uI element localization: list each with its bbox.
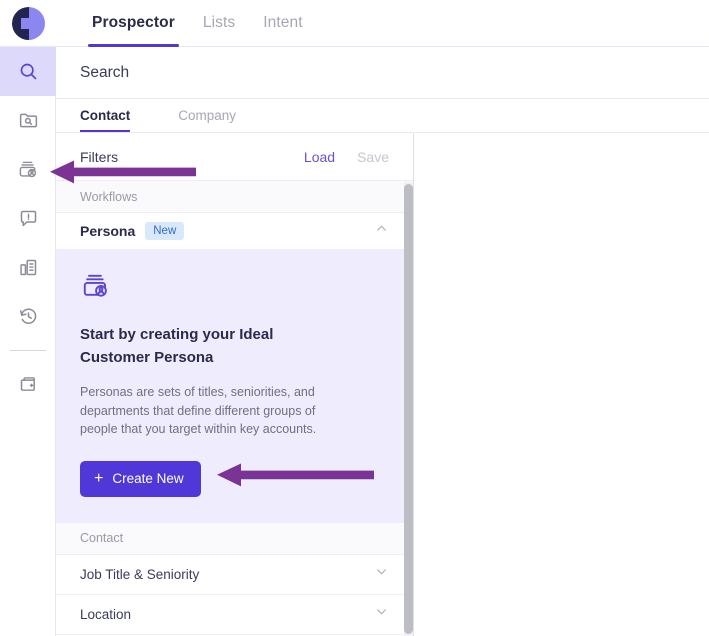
logo-container [0, 0, 56, 47]
rail-item-history[interactable] [0, 292, 56, 341]
filter-group-location[interactable]: Location [56, 594, 413, 635]
filters-panel: Filters Load Save Workflows Persona New [56, 133, 414, 636]
filter-group-persona[interactable]: Persona New [56, 213, 413, 249]
tab-contact[interactable]: Contact [80, 98, 131, 132]
nav-item-lists[interactable]: Lists [189, 0, 249, 47]
section-label-workflows-text: Workflows [80, 189, 138, 204]
entity-tabs: Contact Company [56, 99, 709, 133]
plus-icon: + [94, 469, 104, 487]
nav-item-lists-label: Lists [202, 14, 236, 31]
tab-contact-label: Contact [80, 107, 131, 123]
search-icon [18, 61, 39, 82]
persona-card-description: Personas are sets of titles, seniorities… [80, 385, 317, 436]
search-bar [56, 47, 709, 99]
rail-divider [9, 350, 46, 351]
create-new-persona-label: Create New [112, 471, 184, 486]
rail-item-credits[interactable] [0, 360, 56, 409]
chevron-up-icon[interactable] [374, 221, 389, 241]
filters-header: Filters Load Save [56, 133, 413, 181]
persona-contacts-icon [17, 159, 39, 181]
top-bar: Prospector Lists Intent [0, 0, 709, 47]
rail-item-personas[interactable] [0, 145, 56, 194]
section-label-contact-text: Contact [80, 531, 124, 545]
tab-company-label: Company [178, 107, 237, 123]
chevron-down-icon[interactable] [374, 604, 389, 624]
persona-card-title: Start by creating your Ideal Customer Pe… [80, 326, 274, 366]
main-nav: Prospector Lists Intent [56, 0, 317, 47]
company-logo-icon [11, 6, 45, 40]
search-input[interactable] [56, 63, 616, 82]
load-filters-button[interactable]: Load [304, 149, 335, 165]
nav-item-intent-label: Intent [263, 14, 303, 31]
left-icon-rail [0, 47, 56, 636]
wallet-add-icon [18, 374, 39, 395]
new-badge: New [145, 222, 185, 240]
rail-item-search[interactable] [0, 47, 56, 96]
filters-scrollbar-thumb[interactable] [404, 184, 413, 634]
nav-item-intent[interactable]: Intent [249, 0, 316, 47]
save-filters-button: Save [357, 148, 389, 165]
alert-message-icon [18, 208, 39, 229]
filter-location-label: Location [80, 606, 132, 622]
persona-empty-state-card: Start by creating your Ideal Customer Pe… [56, 249, 413, 523]
filters-title: Filters [80, 148, 119, 165]
nav-item-prospector-label: Prospector [92, 14, 175, 31]
rail-item-alerts[interactable] [0, 194, 56, 243]
rail-item-saved-searches[interactable] [0, 96, 56, 145]
chevron-down-icon[interactable] [374, 564, 389, 584]
buildings-icon [18, 257, 39, 278]
section-label-workflows: Workflows [56, 181, 413, 213]
folder-search-icon [18, 110, 39, 131]
persona-contacts-icon [80, 271, 389, 307]
app-root: Prospector Lists Intent Search Contact C… [0, 0, 709, 636]
tab-company[interactable]: Company [178, 98, 236, 132]
nav-item-prospector[interactable]: Prospector [78, 0, 189, 47]
results-canvas [414, 133, 709, 636]
create-new-persona-button[interactable]: + Create New [80, 460, 201, 497]
filter-group-job-title-seniority[interactable]: Job Title & Seniority [56, 554, 413, 595]
history-clock-icon [18, 306, 39, 327]
filters-scroll-area: Workflows Persona New Start by creating … [56, 181, 413, 636]
filter-job-title-seniority-label: Job Title & Seniority [80, 566, 200, 582]
persona-label: Persona [80, 223, 136, 239]
rail-item-accounts[interactable] [0, 243, 56, 292]
section-label-contact: Contact [56, 522, 413, 555]
